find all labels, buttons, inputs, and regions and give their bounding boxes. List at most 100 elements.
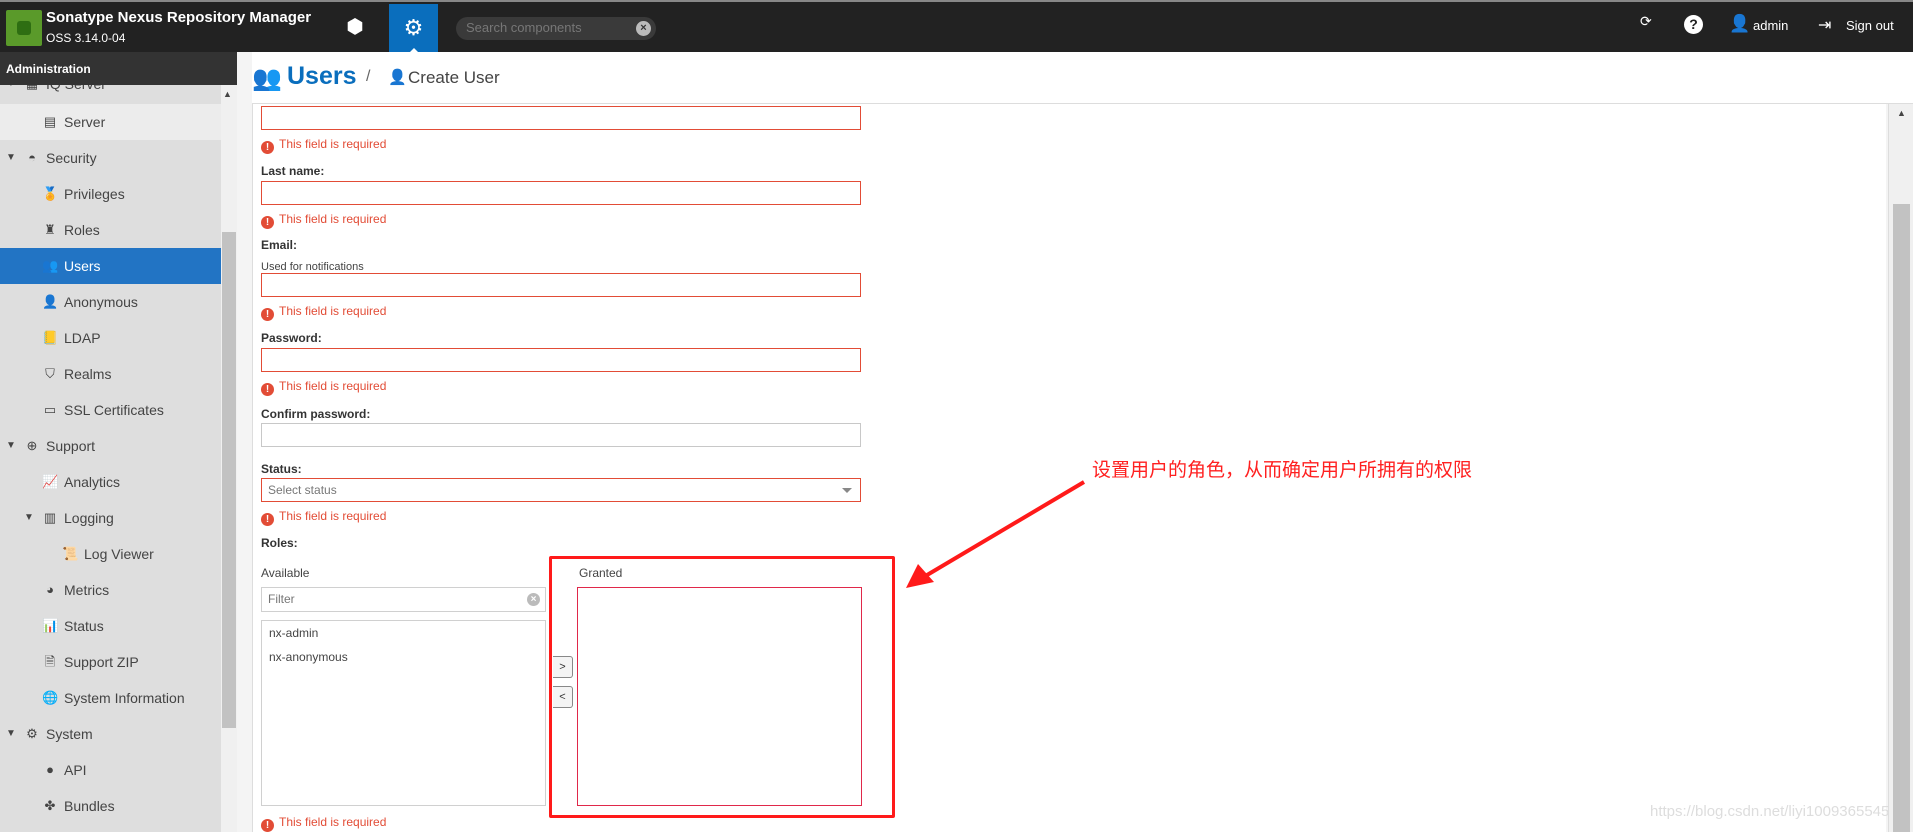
- book-icon: ▥: [43, 510, 57, 525]
- chevron-down-icon[interactable]: [842, 488, 852, 498]
- expand-triangle-icon[interactable]: ▼: [6, 428, 16, 464]
- error-text: This field is required: [279, 137, 387, 151]
- error-icon: !: [261, 513, 274, 526]
- sidebar-item-label: Support ZIP: [64, 654, 139, 670]
- sidebar-item-security[interactable]: ▼ ◓ Security: [0, 140, 221, 176]
- user-icon[interactable]: 👤: [1729, 14, 1750, 34]
- certificate-icon: ▭: [43, 402, 57, 417]
- status-label: Status:: [261, 462, 302, 476]
- server-icon: ▤: [43, 114, 57, 129]
- pie-chart-icon: ◕: [46, 582, 54, 597]
- scroll-icon: 📜: [62, 546, 79, 561]
- sidebar-item-support-zip[interactable]: 🗎 Support ZIP: [0, 644, 221, 680]
- status-error: ! This field is required: [261, 509, 386, 526]
- breadcrumb: 👥 Users / 👤 Create User: [252, 52, 1913, 104]
- email-error: ! This field is required: [261, 304, 386, 321]
- help-icon[interactable]: ?: [1684, 15, 1703, 34]
- sidebar-item-ldap[interactable]: 📒 LDAP: [0, 320, 221, 356]
- first-name-input[interactable]: [261, 106, 861, 130]
- expand-triangle-icon[interactable]: ▼: [6, 716, 16, 752]
- last-name-input[interactable]: [261, 181, 861, 205]
- sidebar-item-label: Support: [46, 438, 96, 454]
- sidebar-item-roles[interactable]: ♜ Roles: [0, 212, 221, 248]
- main-scroll-thumb[interactable]: [1893, 204, 1910, 832]
- password-label: Password:: [261, 331, 322, 345]
- sidebar-item-metrics[interactable]: ◕ Metrics: [0, 572, 221, 608]
- password-input[interactable]: [261, 348, 861, 372]
- sidebar-item-label: Log Viewer: [84, 546, 154, 562]
- sidebar-item-label: Analytics: [64, 474, 121, 490]
- user-icon: 👤: [388, 69, 407, 86]
- error-icon: !: [261, 308, 274, 321]
- sidebar-item-ssl-certificates[interactable]: ▭ SSL Certificates: [0, 392, 221, 428]
- clear-filter-icon[interactable]: ×: [527, 593, 540, 606]
- sidebar-item-label: System Information: [64, 690, 185, 706]
- user-name[interactable]: admin: [1753, 18, 1788, 33]
- sidebar-item-label: Privileges: [64, 186, 125, 202]
- breadcrumb-separator: /: [366, 68, 371, 85]
- filter-input[interactable]: [262, 588, 502, 610]
- puzzle-icon: ✤: [44, 798, 56, 813]
- sidebar-item-bundles[interactable]: ✤ Bundles: [0, 788, 221, 824]
- sidebar-item-label: Metrics: [64, 582, 110, 598]
- browse-cube-icon[interactable]: ⬢: [340, 14, 370, 39]
- sidebar-item-realms[interactable]: ⛉ Realms: [0, 356, 221, 392]
- refresh-icon[interactable]: ⟳: [1640, 13, 1652, 30]
- expand-triangle-icon[interactable]: ▼: [24, 500, 34, 536]
- email-input[interactable]: [261, 273, 861, 297]
- available-roles-list[interactable]: nx-admin nx-anonymous: [261, 620, 546, 806]
- sidebar-item-server[interactable]: ▤ Server: [0, 104, 221, 140]
- main-scrollbar[interactable]: ▲: [1888, 104, 1913, 832]
- password-error: ! This field is required: [261, 379, 386, 396]
- first-name-error: ! This field is required: [261, 137, 386, 154]
- search-box: ×: [456, 17, 656, 40]
- search-input[interactable]: [466, 20, 626, 35]
- roles-label: Roles:: [261, 536, 298, 550]
- list-item[interactable]: nx-admin: [262, 621, 545, 645]
- globe-icon: 🌐: [42, 690, 59, 705]
- users-icon: 👥: [42, 258, 59, 273]
- email-help: Used for notifications: [261, 261, 364, 273]
- page-title: Create User: [408, 68, 500, 87]
- sign-out-icon[interactable]: ⇥: [1818, 15, 1831, 35]
- scroll-up-icon[interactable]: ▲: [1897, 108, 1906, 118]
- sidebar-item-api[interactable]: ● API: [0, 752, 221, 788]
- sidebar: ▼▦IQ Server▤Server▼◓Security🏅Privileges♜…: [0, 52, 221, 832]
- email-label: Email:: [261, 238, 298, 252]
- error-icon: !: [261, 216, 274, 229]
- sidebar-item-analytics[interactable]: 📈 Analytics: [0, 464, 221, 500]
- sidebar-item-system-information[interactable]: 🌐 System Information: [0, 680, 221, 716]
- users-icon: 👥: [252, 65, 282, 92]
- clear-search-icon[interactable]: ×: [636, 21, 651, 36]
- sidebar-item-label: Server: [64, 114, 106, 130]
- sign-out-button[interactable]: Sign out: [1846, 18, 1894, 33]
- sidebar-scroll-thumb[interactable]: [222, 232, 236, 728]
- sidebar-item-anonymous[interactable]: 👤 Anonymous: [0, 284, 221, 320]
- sidebar-item-users[interactable]: 👥 Users: [0, 248, 221, 284]
- arrow-head: [906, 564, 934, 588]
- nexus-logo[interactable]: [6, 10, 42, 46]
- error-text: This field is required: [279, 509, 387, 523]
- gear-icon: ⚙: [26, 726, 38, 741]
- sidebar-item-log-viewer[interactable]: 📜 Log Viewer: [0, 536, 221, 572]
- error-icon: !: [261, 141, 274, 154]
- administration-gear-icon[interactable]: ⚙: [389, 4, 438, 54]
- status-icon: 📊: [42, 618, 59, 633]
- filter-box: ×: [261, 587, 546, 612]
- error-icon: !: [261, 819, 274, 832]
- sidebar-scrollbar[interactable]: ▲: [221, 85, 237, 832]
- sidebar-item-logging[interactable]: ▼ ▥ Logging: [0, 500, 221, 536]
- breadcrumb-users-link[interactable]: Users: [287, 62, 357, 91]
- status-placeholder: Select status: [268, 483, 337, 497]
- sidebar-item-system[interactable]: ▼ ⚙ System: [0, 716, 221, 752]
- status-select[interactable]: Select status: [261, 478, 861, 502]
- app-version: OSS 3.14.0-04: [46, 31, 126, 45]
- confirm-password-input[interactable]: [261, 423, 861, 447]
- list-item[interactable]: nx-anonymous: [262, 645, 545, 669]
- shield-icon: ⛉: [45, 366, 55, 381]
- expand-triangle-icon[interactable]: ▼: [6, 140, 16, 176]
- sidebar-item-status[interactable]: 📊 Status: [0, 608, 221, 644]
- scroll-up-icon[interactable]: ▲: [223, 89, 232, 99]
- sidebar-item-privileges[interactable]: 🏅 Privileges: [0, 176, 221, 212]
- sidebar-item-support[interactable]: ▼ ⊕ Support: [0, 428, 221, 464]
